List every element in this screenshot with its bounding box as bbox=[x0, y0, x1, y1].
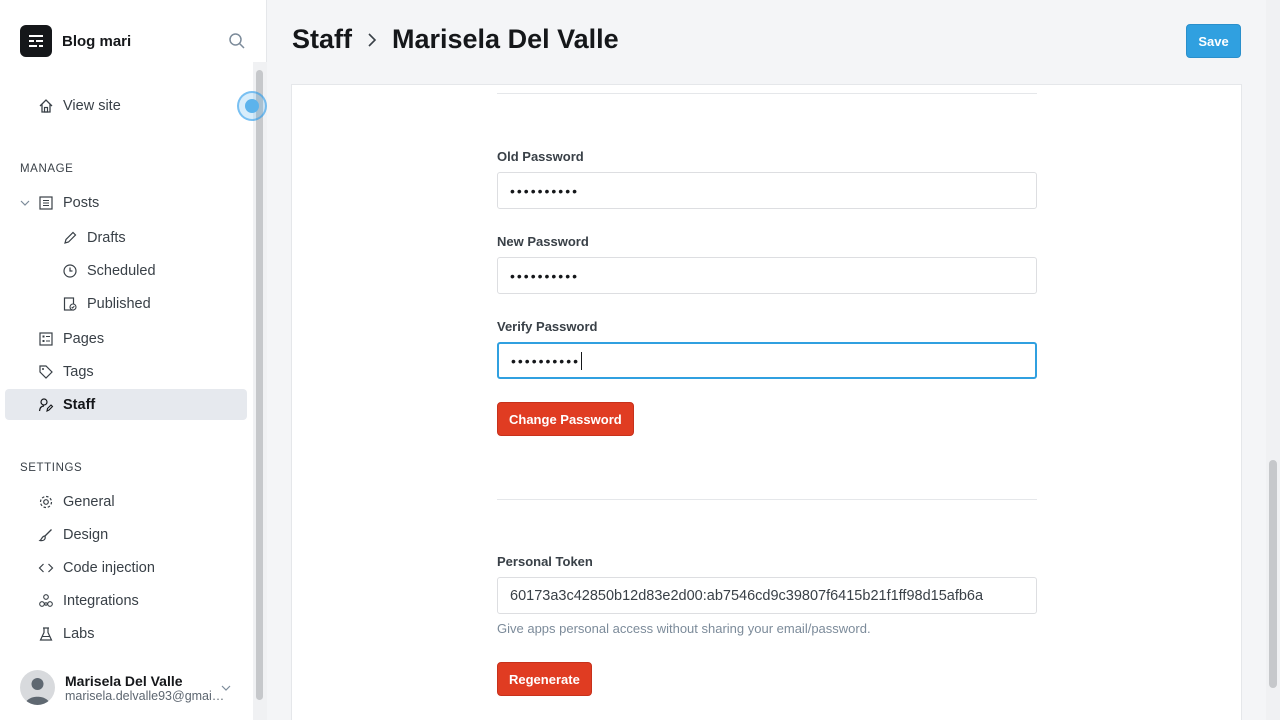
nav-labs-label: Labs bbox=[63, 625, 95, 642]
nav-integrations-label: Integrations bbox=[63, 592, 139, 609]
text-caret bbox=[581, 351, 583, 370]
user-menu[interactable]: Marisela Del Valle marisela.delvalle93@g… bbox=[20, 670, 225, 705]
regenerate-button[interactable]: Regenerate bbox=[497, 662, 592, 696]
user-email: marisela.delvalle93@gmail.com bbox=[65, 688, 225, 703]
page-title: Marisela Del Valle bbox=[392, 24, 619, 54]
old-password-input[interactable]: •••••••••• bbox=[497, 172, 1037, 209]
pencil-icon bbox=[61, 229, 79, 247]
nav-staff[interactable]: Staff bbox=[5, 389, 247, 420]
flask-icon bbox=[37, 625, 55, 643]
nav-posts[interactable]: Posts bbox=[5, 187, 247, 218]
personal-token-field[interactable]: 60173a3c42850b12d83e2d00:ab7546cd9c39807… bbox=[497, 577, 1037, 614]
nav-view-site[interactable]: View site bbox=[5, 90, 247, 121]
personal-token-label: Personal Token bbox=[497, 554, 593, 569]
chevron-down-icon[interactable] bbox=[220, 682, 232, 694]
staff-icon bbox=[37, 396, 55, 414]
nav-general[interactable]: General bbox=[5, 486, 247, 517]
staff-settings-card: Old Password •••••••••• New Password •••… bbox=[291, 84, 1242, 720]
nav-integrations[interactable]: Integrations bbox=[5, 585, 247, 616]
nav-design-label: Design bbox=[63, 526, 109, 543]
nav-drafts[interactable]: Drafts bbox=[55, 222, 247, 253]
home-icon bbox=[37, 97, 55, 115]
published-icon bbox=[61, 295, 79, 313]
settings-section-label: SETTINGS bbox=[20, 462, 83, 474]
old-password-label: Old Password bbox=[497, 149, 584, 164]
verify-password-input[interactable]: •••••••••• bbox=[497, 342, 1037, 379]
nav-tags-label: Tags bbox=[63, 363, 94, 380]
cursor-indicator bbox=[237, 91, 267, 121]
old-password-value: •••••••••• bbox=[510, 182, 580, 199]
nav-drafts-label: Drafts bbox=[87, 229, 126, 246]
brand[interactable]: Blog mari bbox=[20, 25, 131, 57]
new-password-input[interactable]: •••••••••• bbox=[497, 257, 1037, 294]
verify-password-label: Verify Password bbox=[497, 319, 598, 334]
save-button[interactable]: Save bbox=[1186, 24, 1241, 58]
nav-code-injection[interactable]: Code injection bbox=[5, 552, 247, 583]
nav-published-label: Published bbox=[87, 295, 151, 312]
brush-icon bbox=[37, 526, 55, 544]
pages-icon bbox=[37, 330, 55, 348]
tag-icon bbox=[37, 363, 55, 381]
site-title: Blog mari bbox=[62, 32, 132, 50]
personal-token-help: Give apps personal access without sharin… bbox=[497, 621, 871, 636]
nav-published[interactable]: Published bbox=[55, 288, 247, 319]
clock-icon bbox=[61, 262, 79, 280]
nav-general-label: General bbox=[63, 493, 115, 510]
main-scrollbar-thumb[interactable] bbox=[1269, 460, 1277, 688]
sidebar-scrollbar[interactable] bbox=[253, 62, 267, 720]
change-password-button[interactable]: Change Password bbox=[497, 402, 634, 436]
nav-pages[interactable]: Pages bbox=[5, 323, 247, 354]
main-scrollbar[interactable] bbox=[1266, 0, 1280, 720]
nav-view-site-label: View site bbox=[63, 97, 121, 114]
verify-password-value: •••••••••• bbox=[511, 352, 581, 369]
nav-design[interactable]: Design bbox=[5, 519, 247, 550]
nav-scheduled-label: Scheduled bbox=[87, 262, 156, 279]
code-icon bbox=[37, 559, 55, 577]
sidebar-scrollbar-thumb[interactable] bbox=[256, 70, 263, 700]
gear-icon bbox=[37, 493, 55, 511]
nav-code-injection-label: Code injection bbox=[63, 559, 155, 576]
avatar bbox=[20, 670, 55, 705]
new-password-label: New Password bbox=[497, 234, 589, 249]
user-name: Marisela Del Valle bbox=[65, 672, 183, 689]
ghost-logo-icon bbox=[20, 25, 52, 57]
integrations-icon bbox=[37, 592, 55, 610]
posts-icon bbox=[37, 194, 55, 212]
nav-labs[interactable]: Labs bbox=[5, 618, 247, 649]
manage-section-label: MANAGE bbox=[20, 163, 74, 175]
breadcrumb-staff[interactable]: Staff bbox=[292, 24, 352, 55]
nav-staff-label: Staff bbox=[63, 396, 96, 413]
nav-tags[interactable]: Tags bbox=[5, 356, 247, 387]
divider bbox=[497, 499, 1037, 500]
nav-scheduled[interactable]: Scheduled bbox=[55, 255, 247, 286]
nav-pages-label: Pages bbox=[63, 330, 105, 347]
breadcrumb: Staff Marisela Del Valle bbox=[292, 24, 619, 55]
sidebar: Blog mari View site MANAGE Posts Drafts … bbox=[0, 0, 267, 720]
new-password-value: •••••••••• bbox=[510, 267, 580, 284]
divider bbox=[497, 93, 1037, 94]
chevron-right-icon bbox=[368, 32, 377, 47]
nav-posts-label: Posts bbox=[63, 194, 100, 211]
search-icon[interactable] bbox=[228, 32, 246, 50]
